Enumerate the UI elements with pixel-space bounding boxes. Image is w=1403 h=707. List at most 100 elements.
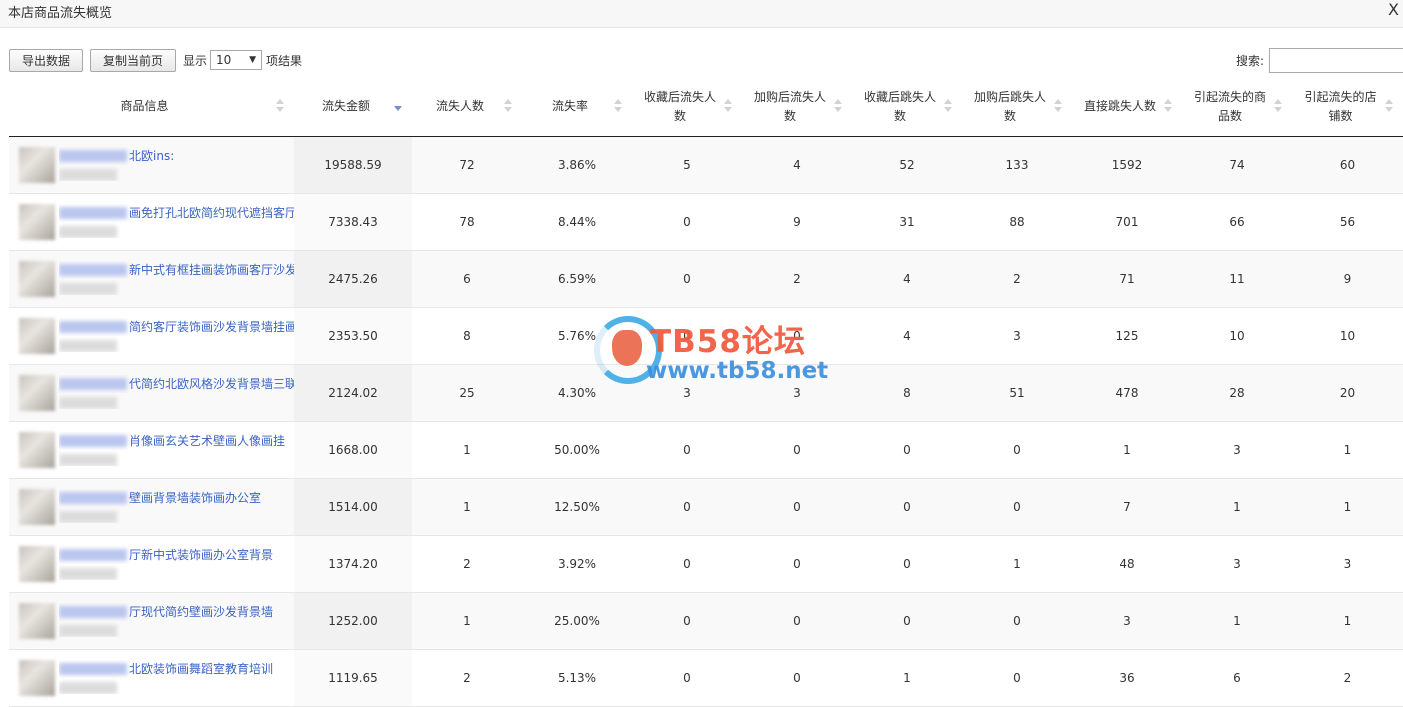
product-link[interactable]: 北欧装饰画舞蹈室教育培训 <box>59 660 294 678</box>
column-header-direct-bounce[interactable]: 直接跳失人数 <box>1072 78 1182 137</box>
column-header-label: 加购后流失人数 <box>753 89 826 123</box>
show-label: 显示 <box>183 53 208 68</box>
column-header-lost-shops[interactable]: 引起流失的店铺数 <box>1292 78 1403 137</box>
product-link[interactable]: 画免打孔北欧简约现代遮挡客厅点 <box>59 204 294 222</box>
lost-items-cell: 3 <box>1182 421 1292 479</box>
product-thumbnail[interactable] <box>19 431 55 468</box>
redacted-text <box>59 207 127 219</box>
lost-items-cell: 1 <box>1182 478 1292 536</box>
fav-lost-cell: 0 <box>632 478 742 536</box>
page-size-select[interactable]: 10 ▼ <box>210 50 263 70</box>
sort-icon[interactable] <box>724 99 732 115</box>
product-name: 厅现代简约壁画沙发背景墙 <box>129 604 274 619</box>
loss-amount-cell: 1374.20 <box>294 535 412 593</box>
column-header-lost-items[interactable]: 引起流失的商品数 <box>1182 78 1292 137</box>
loss-amount-cell: 7338.43 <box>294 193 412 251</box>
table-row: 画免打孔北欧简约现代遮挡客厅点 7338.43 78 8.44% 0 9 31 88 701 66… <box>9 193 1403 251</box>
fav-lost-cell: 5 <box>632 136 742 194</box>
product-link[interactable]: 厅新中式装饰画办公室背景 <box>59 546 294 564</box>
sort-icon[interactable] <box>944 99 952 115</box>
table-header-row: 商品信息 流失金额 流失人数 流失率 收藏后流失人数 加购后流失人数 收藏后跳失人数 加购后跳… <box>9 78 1403 137</box>
sort-icon[interactable] <box>834 99 842 115</box>
lost-shops-cell: 1 <box>1292 421 1403 479</box>
product-name: 北欧装饰画舞蹈室教育培训 <box>129 661 274 676</box>
product-cell: 简约客厅装饰画沙发背景墙挂画 <box>9 307 294 365</box>
lost-count-cell: 6 <box>412 250 522 308</box>
product-name: 画免打孔北欧简约现代遮挡客厅点 <box>129 205 294 220</box>
lost-count-cell: 1 <box>412 592 522 650</box>
product-cell: 厅现代简约壁画沙发背景墙 <box>9 592 294 650</box>
sort-icon[interactable] <box>1054 99 1062 115</box>
sort-icon[interactable] <box>1164 99 1172 115</box>
sort-icon[interactable] <box>1385 99 1393 115</box>
product-thumbnail[interactable] <box>19 203 55 240</box>
product-name: 简约客厅装饰画沙发背景墙挂画 <box>129 319 294 334</box>
cart-bounce-cell: 0 <box>962 478 1072 536</box>
fav-lost-cell: 0 <box>632 307 742 365</box>
lost-shops-cell: 2 <box>1292 649 1403 707</box>
column-header-fav-lost[interactable]: 收藏后流失人数 <box>632 78 742 137</box>
sort-icon[interactable] <box>1274 99 1282 115</box>
product-name: 北欧ins: <box>129 148 175 163</box>
column-header-loss-amount[interactable]: 流失金额 <box>294 78 412 137</box>
product-link[interactable]: 壁画背景墙装饰画办公室 <box>59 489 294 507</box>
product-link[interactable]: 新中式有框挂画装饰画客厅沙发背 <box>59 261 294 279</box>
product-thumbnail[interactable] <box>19 659 55 696</box>
direct-bounce-cell: 125 <box>1072 307 1182 365</box>
redacted-subtext <box>59 168 117 181</box>
column-header-cart-lost[interactable]: 加购后流失人数 <box>742 78 852 137</box>
lost-items-cell: 66 <box>1182 193 1292 251</box>
fav-lost-cell: 0 <box>632 421 742 479</box>
product-thumbnail[interactable] <box>19 602 55 639</box>
product-link[interactable]: 厅现代简约壁画沙发背景墙 <box>59 603 294 621</box>
product-link[interactable]: 代简约北欧风格沙发背景墙三联 <box>59 375 294 393</box>
sort-icon[interactable] <box>504 99 512 115</box>
close-icon[interactable]: X <box>1388 0 1399 19</box>
column-header-cart-bounce[interactable]: 加购后跳失人数 <box>962 78 1072 137</box>
product-link[interactable]: 肖像画玄关艺术壁画人像画挂 <box>59 432 294 450</box>
product-thumbnail[interactable] <box>19 545 55 582</box>
product-thumbnail[interactable] <box>19 374 55 411</box>
loss-rate-cell: 25.00% <box>522 592 632 650</box>
column-header-label: 收藏后跳失人数 <box>863 89 936 123</box>
copy-page-button[interactable]: 复制当前页 <box>90 48 177 72</box>
product-thumbnail[interactable] <box>19 146 55 183</box>
lost-items-cell: 74 <box>1182 136 1292 194</box>
direct-bounce-cell: 1592 <box>1072 136 1182 194</box>
column-header-label: 引起流失的商品数 <box>1193 89 1266 123</box>
sort-icon[interactable] <box>276 99 284 115</box>
product-thumbnail[interactable] <box>19 260 55 297</box>
lost-count-cell: 78 <box>412 193 522 251</box>
column-header-product-info[interactable]: 商品信息 <box>9 78 294 137</box>
fav-lost-cell: 0 <box>632 250 742 308</box>
cart-lost-cell: 3 <box>742 364 852 422</box>
product-link[interactable]: 简约客厅装饰画沙发背景墙挂画 <box>59 318 294 336</box>
column-header-loss-rate[interactable]: 流失率 <box>522 78 632 137</box>
redacted-text <box>59 264 127 276</box>
sort-desc-icon[interactable] <box>394 99 402 115</box>
redacted-subtext <box>59 624 117 637</box>
table-row: 壁画背景墙装饰画办公室 1514.00 1 12.50% 0 0 0 0 7 1 1 <box>9 478 1403 536</box>
fav-lost-cell: 3 <box>632 364 742 422</box>
sort-icon[interactable] <box>614 99 622 115</box>
product-thumbnail[interactable] <box>19 317 55 354</box>
loss-amount-cell: 1668.00 <box>294 421 412 479</box>
lost-shops-cell: 60 <box>1292 136 1403 194</box>
column-header-lost-count[interactable]: 流失人数 <box>412 78 522 137</box>
table-body: 北欧ins: 19588.59 72 3.86% 5 4 52 133 1592 74 60 画免打孔… <box>9 136 1403 707</box>
redacted-subtext <box>59 453 117 466</box>
product-link[interactable]: 北欧ins: <box>59 147 294 165</box>
search-input[interactable] <box>1269 48 1403 73</box>
fav-bounce-cell: 0 <box>852 421 962 479</box>
export-data-button[interactable]: 导出数据 <box>9 48 84 72</box>
cart-lost-cell: 0 <box>742 421 852 479</box>
product-thumbnail[interactable] <box>19 488 55 525</box>
column-header-label: 收藏后流失人数 <box>643 89 716 123</box>
column-header-fav-bounce[interactable]: 收藏后跳失人数 <box>852 78 962 137</box>
product-loss-table: 商品信息 流失金额 流失人数 流失率 收藏后流失人数 加购后流失人数 收藏后跳失人数 加购后跳… <box>9 78 1403 707</box>
redacted-subtext <box>59 567 117 580</box>
cart-bounce-cell: 1 <box>962 535 1072 593</box>
product-cell: 北欧装饰画舞蹈室教育培训 <box>9 649 294 707</box>
cart-bounce-cell: 133 <box>962 136 1072 194</box>
lost-count-cell: 25 <box>412 364 522 422</box>
